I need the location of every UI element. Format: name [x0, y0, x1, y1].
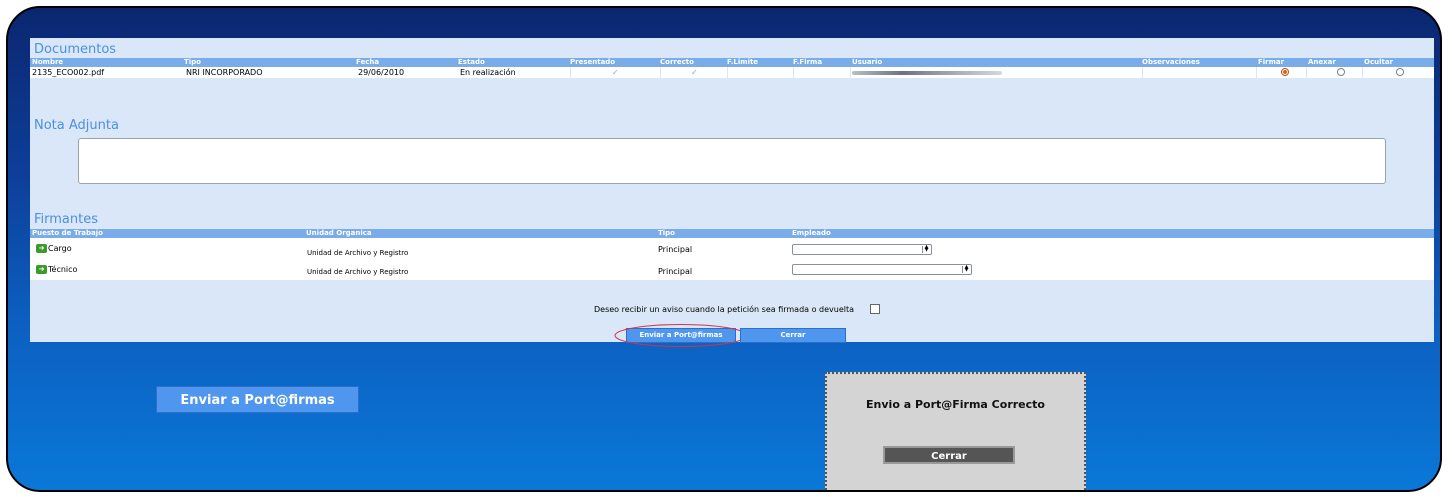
col-ocultar[interactable]: Ocultar [1364, 58, 1393, 67]
dialog-message: Envio a Port@Firma Correcto [866, 398, 1045, 411]
documentos-title: Documentos [34, 42, 117, 57]
col-usuario[interactable]: Usuario [852, 58, 882, 67]
firmar-radio[interactable] [1281, 68, 1289, 76]
divider [1256, 67, 1257, 78]
close-button[interactable]: Cerrar [740, 328, 846, 343]
divider [1306, 67, 1307, 78]
arrow-right-icon[interactable]: ➜ [36, 265, 47, 274]
firmantes-body: ➜ Cargo Unidad de Archivo y Registro Pri… [30, 238, 1434, 280]
notify-checkbox[interactable] [870, 304, 880, 314]
send-button-zoom[interactable]: Enviar a Port@firmas [156, 386, 359, 413]
confirmation-dialog: Envio a Port@Firma Correcto Cerrar [825, 372, 1086, 490]
usuario-redacted [852, 71, 1002, 75]
divider [1142, 67, 1143, 78]
doc-estado: En realización [460, 68, 516, 77]
col-tipo-firmante: Tipo [658, 229, 675, 237]
col-correcto[interactable]: Correcto [660, 58, 694, 67]
col-anexar[interactable]: Anexar [1308, 58, 1336, 67]
anexar-radio[interactable] [1337, 68, 1345, 76]
table-row[interactable]: 2135_ECO002.pdf NRI INCORPORADO 29/06/20… [30, 67, 1434, 78]
col-puesto: Puesto de Trabajo [32, 229, 103, 237]
firmantes-header: Puesto de Trabajo Unidad Organica Tipo E… [30, 229, 1434, 238]
col-fecha[interactable]: Fecha [356, 58, 379, 67]
highlight-ellipse [614, 324, 748, 347]
firmante-tipo: Principal [658, 267, 693, 276]
firmantes-title: Firmantes [34, 212, 98, 227]
divider [793, 67, 794, 78]
spinner-arrows-icon: ▲ ▼ [922, 245, 930, 253]
col-f-limite[interactable]: F.Limite [727, 58, 758, 67]
firmante-unidad: Unidad de Archivo y Registro [307, 249, 409, 257]
dialog-close-button[interactable]: Cerrar [883, 446, 1015, 464]
col-observaciones[interactable]: Observaciones [1142, 58, 1200, 67]
firmante-tipo: Principal [658, 245, 693, 254]
firmante-unidad: Unidad de Archivo y Registro [307, 268, 409, 276]
firmante-puesto: Cargo [48, 244, 72, 253]
firmante-puesto: Técnico [48, 265, 78, 274]
doc-fecha: 29/06/2010 [358, 68, 405, 77]
col-estado[interactable]: Estado [458, 58, 485, 67]
nota-title: Nota Adjunta [34, 118, 119, 133]
empleado-select[interactable]: ▲ ▼ [792, 244, 932, 255]
divider [570, 67, 571, 78]
divider [1362, 67, 1363, 78]
presentado-checkbox: ✓ [612, 68, 619, 77]
correcto-checkbox: ✓ [691, 68, 698, 77]
col-f-firma[interactable]: F.Firma [793, 58, 822, 67]
nota-textarea[interactable] [78, 138, 1386, 184]
col-tipo[interactable]: Tipo [184, 58, 201, 67]
screenshot-frame: Documentos Nombre Tipo Fecha Estado Pres… [6, 6, 1442, 492]
col-empleado: Empleado [792, 229, 831, 237]
col-presentado[interactable]: Presentado [570, 58, 615, 67]
documentos-header: Nombre Tipo Fecha Estado Presentado Corr… [30, 58, 1434, 67]
divider [850, 67, 851, 78]
notify-label: Deseo recibir un aviso cuando la petició… [594, 305, 855, 314]
divider [660, 67, 661, 78]
col-unidad: Unidad Organica [306, 229, 372, 237]
divider [727, 67, 728, 78]
col-nombre[interactable]: Nombre [32, 58, 63, 67]
empleado-select[interactable]: ▲ ▼ [792, 264, 972, 275]
ocultar-radio[interactable] [1396, 68, 1404, 76]
spinner-arrows-icon: ▲ ▼ [962, 265, 970, 273]
col-firmar[interactable]: Firmar [1258, 58, 1284, 67]
app-panel: Documentos Nombre Tipo Fecha Estado Pres… [30, 38, 1434, 347]
arrow-right-icon[interactable]: ➜ [36, 244, 47, 253]
doc-nombre[interactable]: 2135_ECO002.pdf [32, 67, 104, 78]
doc-tipo: NRI INCORPORADO [186, 68, 263, 77]
